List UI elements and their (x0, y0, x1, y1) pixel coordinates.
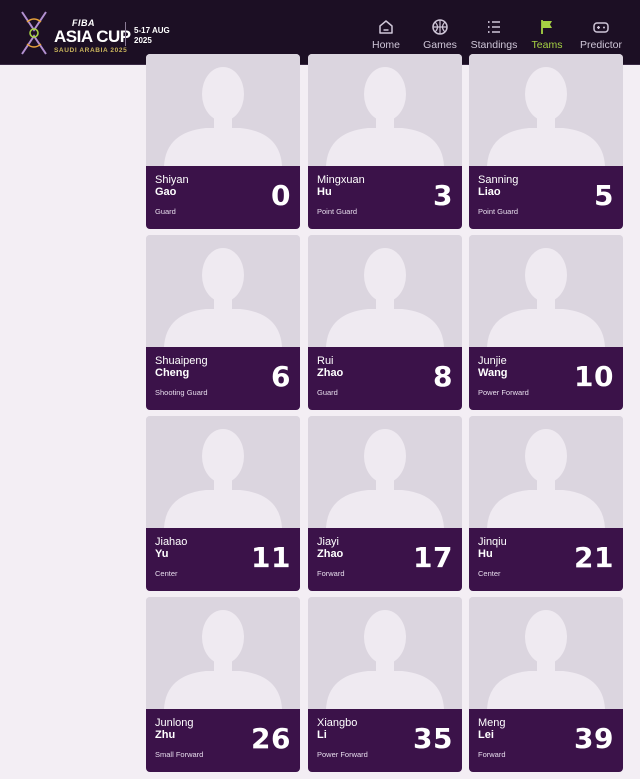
player-position: Point Guard (478, 207, 519, 216)
list-icon (488, 21, 500, 33)
home-icon (379, 20, 393, 34)
player-last-name: Zhao (317, 367, 344, 379)
player-card[interactable]: Sanning Liao Point Guard 5 (469, 54, 623, 229)
player-first-name: Jiayi (317, 536, 340, 548)
player-first-name: Mingxuan (317, 174, 365, 186)
player-position: Power Forward (317, 750, 368, 759)
player-first-name: Jinqiu (478, 536, 507, 548)
player-card[interactable]: Junjie Wang Power Forward 10 (469, 235, 623, 410)
player-info: Xiangbo Li Power Forward 35 (308, 709, 462, 772)
player-card[interactable]: Shiyan Gao Guard 0 (146, 54, 300, 229)
player-last-name: Zhao (317, 548, 344, 560)
player-number: 10 (574, 360, 614, 393)
player-info: Sanning Liao Point Guard 5 (469, 166, 623, 229)
player-info: Meng Lei Forward 39 (469, 709, 623, 772)
nav-games-label: Games (423, 39, 457, 51)
player-first-name: Meng (478, 717, 506, 729)
player-position: Guard (317, 388, 338, 397)
player-info: Jinqiu Hu Center 21 (469, 528, 623, 591)
player-number: 6 (271, 360, 291, 393)
player-number: 5 (594, 179, 614, 212)
player-position: Power Forward (478, 388, 529, 397)
nav-predictor[interactable]: Predictor (576, 18, 626, 51)
event-date: 5-17 AUG 2025 (134, 26, 170, 46)
player-number: 35 (413, 722, 453, 755)
player-card[interactable]: Jiayi Zhao Forward 17 (308, 416, 462, 591)
logo-title: ASIA CUP (54, 27, 131, 46)
player-info: Shiyan Gao Guard 0 (146, 166, 300, 229)
player-last-name: Yu (155, 548, 169, 560)
gamepad-icon (593, 22, 609, 33)
player-info: Mingxuan Hu Point Guard 3 (308, 166, 462, 229)
player-position: Guard (155, 207, 176, 216)
player-info: Rui Zhao Guard 8 (308, 347, 462, 410)
player-last-name: Cheng (155, 367, 190, 379)
player-last-name: Liao (478, 186, 501, 198)
player-number: 0 (271, 179, 291, 212)
player-card[interactable]: Meng Lei Forward 39 (469, 597, 623, 772)
player-card[interactable]: Rui Zhao Guard 8 (308, 235, 462, 410)
player-number: 26 (251, 722, 291, 755)
player-position: Center (155, 569, 178, 578)
player-info: Jiayi Zhao Forward 17 (308, 528, 462, 591)
player-first-name: Rui (317, 355, 334, 367)
player-card[interactable]: Xiangbo Li Power Forward 35 (308, 597, 462, 772)
nav-home[interactable]: Home (368, 18, 404, 51)
player-last-name: Zhu (155, 729, 176, 741)
flag-icon (541, 20, 552, 34)
basketball-icon (432, 19, 448, 35)
player-position: Shooting Guard (155, 388, 208, 397)
player-number: 8 (433, 360, 453, 393)
player-first-name: Junjie (478, 355, 507, 367)
nav-home-label: Home (371, 39, 400, 51)
player-first-name: Sanning (478, 174, 519, 186)
nav-standings-label: Standings (470, 39, 518, 51)
player-card[interactable]: Jiahao Yu Center 11 (146, 416, 300, 591)
player-number: 17 (413, 541, 453, 574)
logo-divider (125, 22, 126, 46)
player-number: 39 (574, 722, 614, 755)
nav-standings[interactable]: Standings (468, 18, 520, 51)
player-info: Jiahao Yu Center 11 (146, 528, 300, 591)
player-first-name: Xiangbo (317, 717, 358, 729)
player-last-name: Hu (478, 548, 493, 560)
event-date-range: 5-17 AUG (134, 26, 170, 35)
player-first-name: Junlong (155, 717, 194, 729)
logo-subtitle: SAUDI ARABIA 2025 (54, 47, 128, 54)
player-number: 11 (251, 541, 291, 574)
player-card[interactable]: Mingxuan Hu Point Guard 3 (308, 54, 462, 229)
event-date-year: 2025 (134, 36, 152, 45)
player-position: Small Forward (155, 750, 204, 759)
nav-teams-label: Teams (531, 39, 563, 51)
player-position: Forward (317, 569, 345, 578)
asia-cup-logo-icon[interactable] (18, 10, 50, 56)
player-last-name: Hu (317, 186, 332, 198)
player-card[interactable]: Junlong Zhu Small Forward 26 (146, 597, 300, 772)
player-first-name: Shuaipeng (155, 355, 208, 367)
player-position: Point Guard (317, 207, 358, 216)
nav-predictor-label: Predictor (579, 39, 622, 51)
nav-games[interactable]: Games (420, 18, 460, 51)
player-last-name: Li (317, 729, 327, 741)
player-last-name: Gao (155, 186, 177, 198)
player-first-name: Shiyan (155, 174, 189, 186)
player-info: Junlong Zhu Small Forward 26 (146, 709, 300, 772)
player-card[interactable]: Shuaipeng Cheng Shooting Guard 6 (146, 235, 300, 410)
player-position: Center (478, 569, 501, 578)
player-number: 3 (433, 179, 453, 212)
nav-teams[interactable]: Teams (528, 18, 566, 51)
player-first-name: Jiahao (155, 536, 188, 548)
player-info: Shuaipeng Cheng Shooting Guard 6 (146, 347, 300, 410)
player-card[interactable]: Jinqiu Hu Center 21 (469, 416, 623, 591)
player-position: Forward (478, 750, 506, 759)
player-number: 21 (574, 541, 614, 574)
player-last-name: Lei (478, 729, 494, 741)
player-last-name: Wang (478, 367, 508, 379)
player-info: Junjie Wang Power Forward 10 (469, 347, 623, 410)
